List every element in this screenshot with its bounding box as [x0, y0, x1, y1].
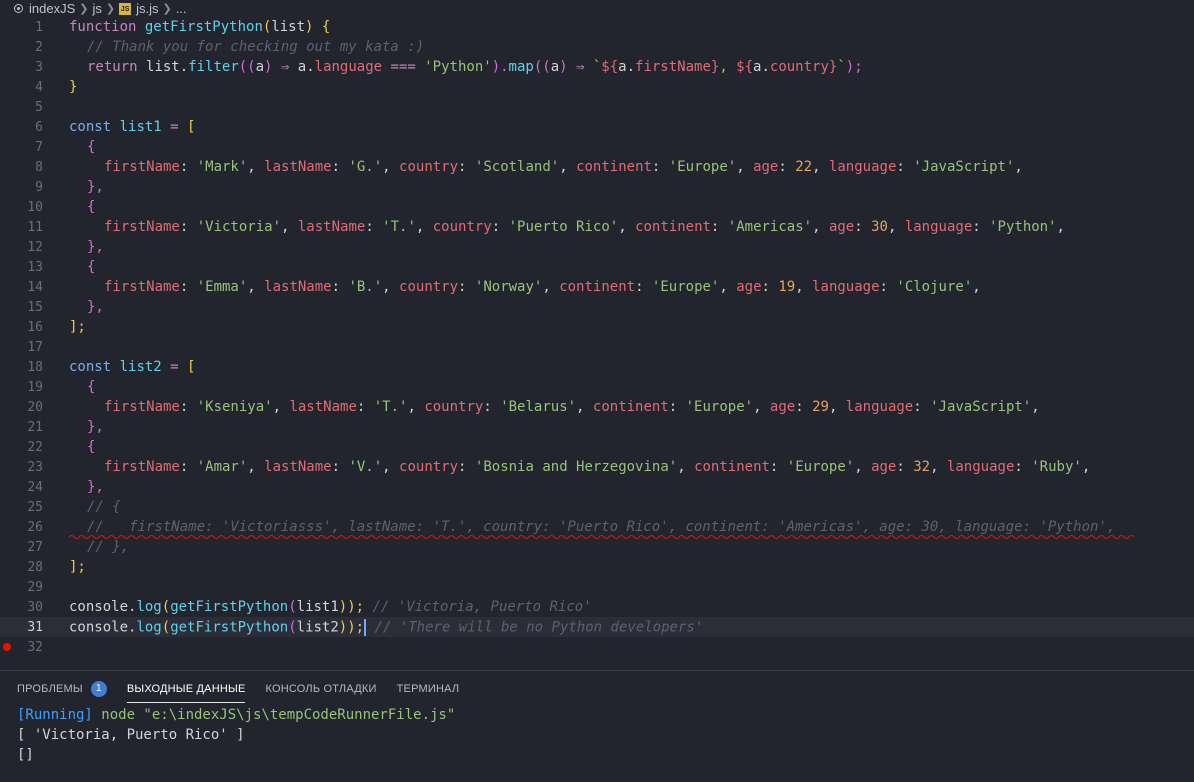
- js-file-icon: JS: [119, 2, 132, 15]
- line-number: 24: [27, 479, 43, 495]
- line-number: 9: [35, 179, 43, 195]
- tab-problems[interactable]: ПРОБЛЕМЫ 1: [17, 671, 107, 707]
- code-line: 9 },: [0, 177, 1194, 197]
- output-line-empty: []: [17, 747, 34, 763]
- line-number: 3: [35, 59, 43, 75]
- chevron-right-icon: ❯: [162, 3, 172, 15]
- line-number: 16: [27, 319, 43, 335]
- code-line: 23 firstName: 'Amar', lastName: 'V.', co…: [0, 457, 1194, 477]
- code-line-active: 31 console.log(getFirstPython(list2)); /…: [0, 617, 1194, 637]
- code-line: 10 {: [0, 197, 1194, 217]
- line-number: 20: [27, 399, 43, 415]
- line-number: 11: [27, 219, 43, 235]
- code-line: 11 firstName: 'Victoria', lastName: 'T.'…: [0, 217, 1194, 237]
- output-text[interactable]: [Running] node "e:\indexJS\js\tempCodeRu…: [17, 705, 455, 765]
- line-number: 2: [35, 39, 43, 55]
- output-panel: ПРОБЛЕМЫ 1 ВЫХОДНЫЕ ДАННЫЕ КОНСОЛЬ ОТЛАД…: [0, 670, 1194, 782]
- line-number: 28: [27, 559, 43, 575]
- line-number: 5: [35, 99, 43, 115]
- line-number: 4: [35, 79, 43, 95]
- code-line: 28 ];: [0, 557, 1194, 577]
- code-line: 12 },: [0, 237, 1194, 257]
- code-line: 25 // {: [0, 497, 1194, 517]
- code-line: 1 function getFirstPython(list) {: [0, 17, 1194, 37]
- target-icon: [14, 4, 23, 13]
- line-number: 25: [27, 499, 43, 515]
- output-line-result: [ 'Victoria, Puerto Rico' ]: [17, 727, 245, 743]
- line-number: 26: [27, 519, 43, 535]
- chevron-right-icon: ❯: [79, 3, 89, 15]
- problems-count-badge: 1: [90, 681, 107, 697]
- line-number: 19: [27, 379, 43, 395]
- code-line: 29: [0, 577, 1194, 597]
- output-line-running: [Running] node "e:\indexJS\js\tempCodeRu…: [17, 707, 456, 723]
- code-line: 13 {: [0, 257, 1194, 277]
- line-number: 14: [27, 279, 43, 295]
- panel-tabs: ПРОБЛЕМЫ 1 ВЫХОДНЫЕ ДАННЫЕ КОНСОЛЬ ОТЛАД…: [0, 671, 479, 707]
- line-number: 23: [27, 459, 43, 475]
- code-line: 16 ];: [0, 317, 1194, 337]
- tab-debug-console[interactable]: КОНСОЛЬ ОТЛАДКИ: [265, 671, 376, 707]
- breakpoint-icon[interactable]: [3, 643, 11, 651]
- code-line: 6 const list1 = [: [0, 117, 1194, 137]
- line-number: 18: [27, 359, 43, 375]
- code-line: 30 console.log(getFirstPython(list1)); /…: [0, 597, 1194, 617]
- line-number: 13: [27, 259, 43, 275]
- code-line: 15 },: [0, 297, 1194, 317]
- code-line: 5: [0, 97, 1194, 117]
- chevron-right-icon: ❯: [105, 3, 116, 15]
- code-line: 21 },: [0, 417, 1194, 437]
- breadcrumb-item-js-file[interactable]: JS js.js: [119, 1, 158, 16]
- code-line: 20 firstName: 'Kseniya', lastName: 'T.',…: [0, 397, 1194, 417]
- tab-output[interactable]: ВЫХОДНЫЕ ДАННЫЕ: [126, 671, 246, 707]
- line-number: 12: [27, 239, 43, 255]
- code-line: 14 firstName: 'Emma', lastName: 'B.', co…: [0, 277, 1194, 297]
- code-line: 2 // Thank you for checking out my kata …: [0, 37, 1194, 57]
- code-line: 3 return list.filter((a) ⇒ a.language ==…: [0, 57, 1194, 77]
- line-number: 6: [35, 119, 43, 135]
- code-line: 24 },: [0, 477, 1194, 497]
- code-line: 4 }: [0, 77, 1194, 97]
- line-number: 17: [27, 339, 43, 355]
- line-number: 22: [27, 439, 43, 455]
- line-number: 27: [27, 539, 43, 555]
- code-line: 7 {: [0, 137, 1194, 157]
- code-editor[interactable]: 1 function getFirstPython(list) { 2 // T…: [0, 17, 1194, 663]
- line-number: 21: [27, 419, 43, 435]
- breadcrumb-item-js-folder[interactable]: js: [92, 1, 101, 16]
- line-number: 10: [27, 199, 43, 215]
- tab-terminal[interactable]: ТЕРМИНАЛ: [397, 671, 460, 707]
- line-number: 31: [27, 619, 43, 635]
- code-line: 19 {: [0, 377, 1194, 397]
- code-line: 18 const list2 = [: [0, 357, 1194, 377]
- breadcrumb: indexJS ❯ js ❯ JS js.js ❯ ...: [0, 0, 1194, 17]
- code-line: 17: [0, 337, 1194, 357]
- breadcrumb-item-symbols[interactable]: ...: [176, 1, 187, 16]
- code-line: 8 firstName: 'Mark', lastName: 'G.', cou…: [0, 157, 1194, 177]
- breadcrumb-item-indexjs[interactable]: indexJS: [14, 1, 75, 16]
- line-number: 1: [35, 19, 43, 35]
- line-number: 15: [27, 299, 43, 315]
- code-line: 32: [0, 637, 1194, 657]
- line-number: 30: [27, 599, 43, 615]
- line-number: 29: [27, 579, 43, 595]
- line-number: 7: [35, 139, 43, 155]
- line-number: 8: [35, 159, 43, 175]
- code-line: 22 {: [0, 437, 1194, 457]
- code-line: 27 // },: [0, 537, 1194, 557]
